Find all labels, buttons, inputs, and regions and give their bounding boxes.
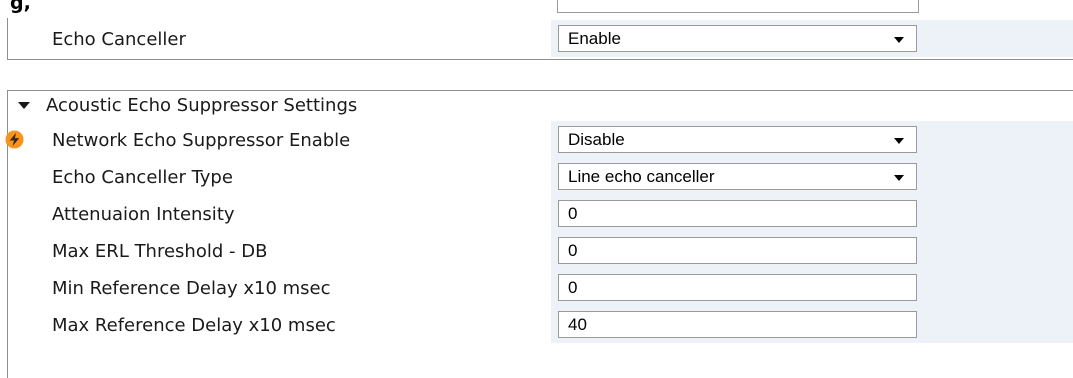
min-reference-delay-value: 0 [568,278,578,297]
max-reference-delay-value: 40 [568,315,587,334]
chevron-down-icon[interactable] [894,37,904,43]
echo-canceller-label: Echo Canceller [52,29,186,50]
min-reference-delay-row: Min Reference Delay x10 msec 0 [8,269,1073,306]
attenuation-intensity-input[interactable]: 0 [558,200,917,227]
label-cell: Echo Canceller Type [8,158,551,195]
echo-canceller-type-label: Echo Canceller Type [52,167,233,188]
max-erl-threshold-value: 0 [568,241,578,260]
echo-canceller-value: Enable [568,29,621,48]
section-header[interactable]: Acoustic Echo Suppressor Settings [8,91,1073,121]
acoustic-echo-suppressor-group: Acoustic Echo Suppressor Settings Networ… [5,90,1073,378]
attenuation-intensity-row: Attenuaion Intensity 0 [8,195,1073,232]
echo-canceller-type-value: Line echo canceller [568,167,715,186]
attenuation-intensity-label: Attenuaion Intensity [52,204,235,225]
network-echo-suppressor-value: Disable [568,130,625,149]
max-reference-delay-label: Max Reference Delay x10 msec [52,315,336,336]
label-cell: Attenuaion Intensity [8,195,551,232]
network-echo-suppressor-label: Network Echo Suppressor Enable [52,130,351,151]
partial-input-field[interactable] [557,0,919,13]
label-cell: Network Echo Suppressor Enable [5,121,551,158]
echo-canceller-select[interactable]: Enable [558,25,917,52]
network-echo-suppressor-select[interactable]: Disable [558,126,917,153]
label-cell: Max ERL Threshold - DB [8,232,551,269]
label-cell: Max Reference Delay x10 msec [8,306,551,343]
section-title: Acoustic Echo Suppressor Settings [46,95,358,116]
label-cell: Min Reference Delay x10 msec [8,269,551,306]
echo-canceller-type-row: Echo Canceller Type Line echo canceller [8,158,1073,195]
echo-canceller-row: Echo Canceller Enable [8,20,1073,57]
chevron-down-icon[interactable] [894,175,904,181]
partial-section-title: g, [10,0,31,14]
max-erl-threshold-label: Max ERL Threshold - DB [52,241,268,262]
network-echo-suppressor-row: Network Echo Suppressor Enable Disable [5,121,1073,158]
collapse-toggle-icon[interactable] [18,102,30,109]
max-reference-delay-input[interactable]: 40 [558,311,917,338]
lightning-icon [5,130,24,149]
max-reference-delay-row: Max Reference Delay x10 msec 40 [8,306,1073,343]
chevron-down-icon[interactable] [894,138,904,144]
max-erl-threshold-input[interactable]: 0 [558,237,917,264]
attenuation-intensity-value: 0 [568,204,578,223]
min-reference-delay-label: Min Reference Delay x10 msec [52,278,331,299]
top-partial-strip: g, [0,0,1073,18]
max-erl-threshold-row: Max ERL Threshold - DB 0 [8,232,1073,269]
label-cell: Echo Canceller [8,20,551,57]
echo-canceller-group: Echo Canceller Enable [7,18,1073,60]
echo-canceller-type-select[interactable]: Line echo canceller [558,163,917,190]
min-reference-delay-input[interactable]: 0 [558,274,917,301]
settings-page: g, Echo Canceller Enable Acoustic Echo S… [0,0,1073,378]
group-gap [0,60,1073,90]
